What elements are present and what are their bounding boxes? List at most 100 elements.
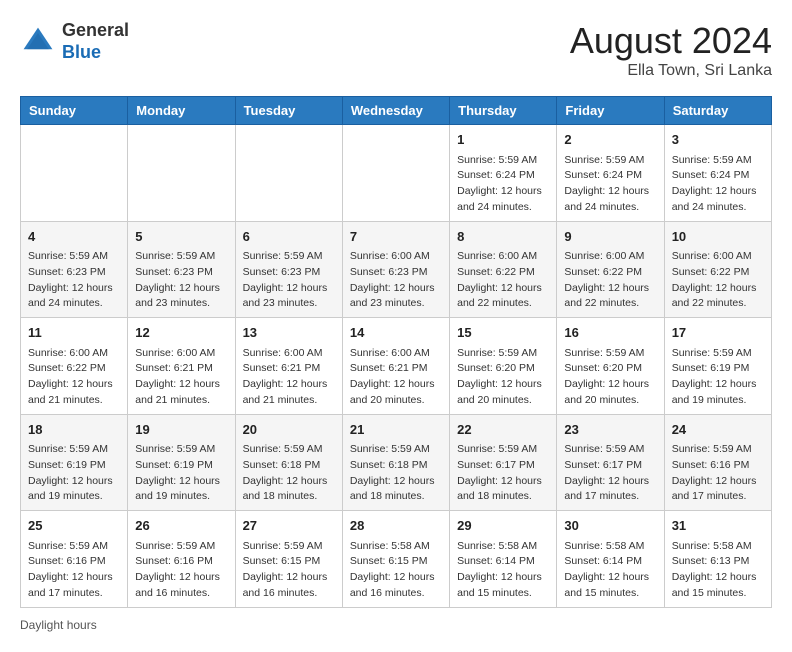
header-day-wednesday: Wednesday <box>342 97 449 125</box>
day-number: 10 <box>672 227 764 247</box>
calendar-cell: 6Sunrise: 5:59 AMSunset: 6:23 PMDaylight… <box>235 221 342 318</box>
day-number: 15 <box>457 323 549 343</box>
day-info: Sunrise: 6:00 AMSunset: 6:22 PMDaylight:… <box>457 249 549 312</box>
day-info: Sunrise: 5:59 AMSunset: 6:16 PMDaylight:… <box>28 539 120 602</box>
calendar-cell: 10Sunrise: 6:00 AMSunset: 6:22 PMDayligh… <box>664 221 771 318</box>
day-info: Sunrise: 6:00 AMSunset: 6:23 PMDaylight:… <box>350 249 442 312</box>
day-info: Sunrise: 5:59 AMSunset: 6:17 PMDaylight:… <box>564 442 656 505</box>
day-info: Sunrise: 5:59 AMSunset: 6:24 PMDaylight:… <box>564 153 656 216</box>
calendar-cell <box>342 125 449 222</box>
day-number: 5 <box>135 227 227 247</box>
day-info: Sunrise: 6:00 AMSunset: 6:22 PMDaylight:… <box>28 346 120 409</box>
day-number: 2 <box>564 130 656 150</box>
day-info: Sunrise: 5:59 AMSunset: 6:17 PMDaylight:… <box>457 442 549 505</box>
day-number: 19 <box>135 420 227 440</box>
location: Ella Town, Sri Lanka <box>570 62 772 80</box>
day-info: Sunrise: 5:58 AMSunset: 6:14 PMDaylight:… <box>564 539 656 602</box>
footer: Daylight hours <box>20 618 772 632</box>
calendar-cell: 16 Sunrise: 5:59 AMSunset: 6:20 PMDayligh… <box>557 318 664 415</box>
calendar-header-row: SundayMondayTuesdayWednesdayThursdayFrid… <box>21 97 772 125</box>
day-number: 4 <box>28 227 120 247</box>
day-info: Sunrise: 5:59 AMSunset: 6:20 PMDaylight:… <box>457 346 549 409</box>
calendar-cell: 11 Sunrise: 6:00 AMSunset: 6:22 PMDayligh… <box>21 318 128 415</box>
calendar-cell: 12 Sunrise: 6:00 AMSunset: 6:21 PMDayligh… <box>128 318 235 415</box>
day-number: 7 <box>350 227 442 247</box>
day-info: Sunrise: 5:59 AMSunset: 6:20 PMDaylight:… <box>564 346 656 409</box>
daylight-label: Daylight hours <box>20 618 97 632</box>
calendar-cell: 22Sunrise: 5:59 AMSunset: 6:17 PMDayligh… <box>450 414 557 511</box>
title-block: August 2024 Ella Town, Sri Lanka <box>570 20 772 80</box>
calendar-week-row: 25 Sunrise: 5:59 AMSunset: 6:16 PMDayligh… <box>21 511 772 608</box>
calendar-week-row: 18Sunrise: 5:59 AMSunset: 6:19 PMDayligh… <box>21 414 772 511</box>
calendar-cell: 7Sunrise: 6:00 AMSunset: 6:23 PMDaylight… <box>342 221 449 318</box>
calendar-cell <box>128 125 235 222</box>
calendar-cell: 14 Sunrise: 6:00 AMSunset: 6:21 PMDayligh… <box>342 318 449 415</box>
day-number: 28 <box>350 516 442 536</box>
day-number: 9 <box>564 227 656 247</box>
day-info: Sunrise: 6:00 AMSunset: 6:21 PMDaylight:… <box>350 346 442 409</box>
logo-text: General Blue <box>62 20 129 63</box>
day-number: 22 <box>457 420 549 440</box>
day-info: Sunrise: 5:58 AMSunset: 6:14 PMDaylight:… <box>457 539 549 602</box>
day-info: Sunrise: 5:59 AMSunset: 6:19 PMDaylight:… <box>28 442 120 505</box>
day-number: 27 <box>243 516 335 536</box>
day-number: 1 <box>457 130 549 150</box>
day-number: 3 <box>672 130 764 150</box>
month-year: August 2024 <box>570 20 772 62</box>
day-info: Sunrise: 5:59 AMSunset: 6:18 PMDaylight:… <box>350 442 442 505</box>
calendar-cell: 27 Sunrise: 5:59 AMSunset: 6:15 PMDayligh… <box>235 511 342 608</box>
day-number: 31 <box>672 516 764 536</box>
header-day-tuesday: Tuesday <box>235 97 342 125</box>
day-info: Sunrise: 5:59 AMSunset: 6:19 PMDaylight:… <box>135 442 227 505</box>
logo-icon <box>20 24 56 60</box>
calendar-cell: 18Sunrise: 5:59 AMSunset: 6:19 PMDayligh… <box>21 414 128 511</box>
calendar-cell: 13Sunrise: 6:00 AMSunset: 6:21 PMDayligh… <box>235 318 342 415</box>
day-number: 14 <box>350 323 442 343</box>
calendar-cell: 3 Sunrise: 5:59 AMSunset: 6:24 PMDaylight… <box>664 125 771 222</box>
day-number: 11 <box>28 323 120 343</box>
calendar-cell: 30 Sunrise: 5:58 AMSunset: 6:14 PMDayligh… <box>557 511 664 608</box>
calendar-cell: 26 Sunrise: 5:59 AMSunset: 6:16 PMDayligh… <box>128 511 235 608</box>
day-number: 16 <box>564 323 656 343</box>
calendar-cell: 29 Sunrise: 5:58 AMSunset: 6:14 PMDayligh… <box>450 511 557 608</box>
day-number: 20 <box>243 420 335 440</box>
day-info: Sunrise: 5:59 AMSunset: 6:24 PMDaylight:… <box>672 153 764 216</box>
day-info: Sunrise: 5:59 AMSunset: 6:19 PMDaylight:… <box>672 346 764 409</box>
logo: General Blue <box>20 20 129 63</box>
calendar-cell: 28Sunrise: 5:58 AMSunset: 6:15 PMDayligh… <box>342 511 449 608</box>
day-number: 25 <box>28 516 120 536</box>
day-info: Sunrise: 6:00 AMSunset: 6:22 PMDaylight:… <box>672 249 764 312</box>
calendar-cell <box>235 125 342 222</box>
day-number: 21 <box>350 420 442 440</box>
page-header: General Blue August 2024 Ella Town, Sri … <box>20 20 772 80</box>
day-number: 29 <box>457 516 549 536</box>
header-day-thursday: Thursday <box>450 97 557 125</box>
calendar-cell: 5Sunrise: 5:59 AMSunset: 6:23 PMDaylight… <box>128 221 235 318</box>
day-info: Sunrise: 5:59 AMSunset: 6:23 PMDaylight:… <box>28 249 120 312</box>
calendar-table: SundayMondayTuesdayWednesdayThursdayFrid… <box>20 96 772 608</box>
calendar-cell: 17Sunrise: 5:59 AMSunset: 6:19 PMDayligh… <box>664 318 771 415</box>
day-info: Sunrise: 5:59 AMSunset: 6:16 PMDaylight:… <box>135 539 227 602</box>
day-info: Sunrise: 6:00 AMSunset: 6:21 PMDaylight:… <box>135 346 227 409</box>
day-number: 12 <box>135 323 227 343</box>
header-day-saturday: Saturday <box>664 97 771 125</box>
calendar-cell: 19Sunrise: 5:59 AMSunset: 6:19 PMDayligh… <box>128 414 235 511</box>
calendar-cell: 23Sunrise: 5:59 AMSunset: 6:17 PMDayligh… <box>557 414 664 511</box>
calendar-cell: 21Sunrise: 5:59 AMSunset: 6:18 PMDayligh… <box>342 414 449 511</box>
day-number: 18 <box>28 420 120 440</box>
day-info: Sunrise: 5:58 AMSunset: 6:13 PMDaylight:… <box>672 539 764 602</box>
day-info: Sunrise: 5:59 AMSunset: 6:24 PMDaylight:… <box>457 153 549 216</box>
day-info: Sunrise: 6:00 AMSunset: 6:22 PMDaylight:… <box>564 249 656 312</box>
calendar-cell: 4Sunrise: 5:59 AMSunset: 6:23 PMDaylight… <box>21 221 128 318</box>
day-number: 30 <box>564 516 656 536</box>
day-info: Sunrise: 5:59 AMSunset: 6:23 PMDaylight:… <box>135 249 227 312</box>
day-info: Sunrise: 5:59 AMSunset: 6:15 PMDaylight:… <box>243 539 335 602</box>
calendar-cell: 31 Sunrise: 5:58 AMSunset: 6:13 PMDayligh… <box>664 511 771 608</box>
header-day-friday: Friday <box>557 97 664 125</box>
calendar-cell: 24Sunrise: 5:59 AMSunset: 6:16 PMDayligh… <box>664 414 771 511</box>
calendar-cell: 8Sunrise: 6:00 AMSunset: 6:22 PMDaylight… <box>450 221 557 318</box>
calendar-cell: 1 Sunrise: 5:59 AMSunset: 6:24 PMDaylight… <box>450 125 557 222</box>
day-number: 24 <box>672 420 764 440</box>
day-info: Sunrise: 5:59 AMSunset: 6:18 PMDaylight:… <box>243 442 335 505</box>
day-number: 26 <box>135 516 227 536</box>
